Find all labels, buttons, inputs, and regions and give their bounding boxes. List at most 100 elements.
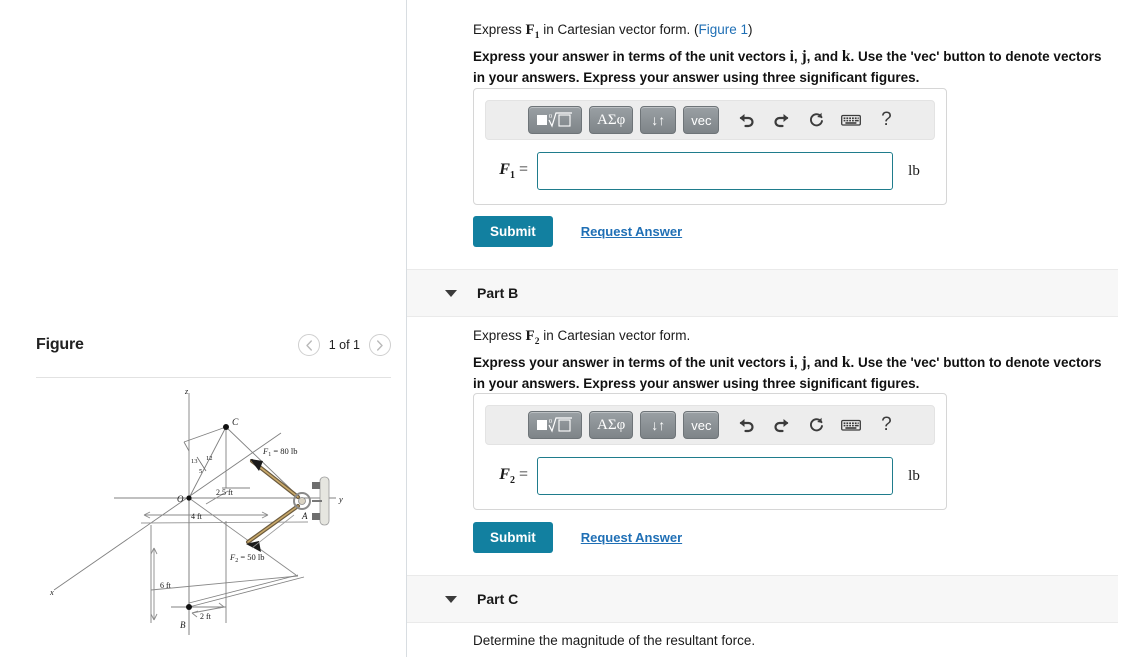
sort-arrows-button[interactable]: ↓↑	[640, 411, 677, 439]
figure-title: Figure	[36, 336, 84, 353]
help-icon[interactable]: ?	[871, 106, 901, 134]
figure-diagram[interactable]: z y x O C A B 13 12 5 2.5 ft 4 ft 6 ft 2…	[36, 385, 376, 653]
vec-button[interactable]: vec	[683, 411, 720, 439]
label-force-F2: F2 = 50 lb	[229, 552, 264, 564]
part-a-instr-pre: Express your answer in terms of the unit…	[473, 49, 790, 64]
figure-divider	[36, 377, 391, 378]
label-ratio-13: 13	[191, 458, 198, 465]
chevron-down-icon[interactable]	[445, 289, 457, 297]
part-b-sep2: , and	[806, 355, 842, 370]
figure-1-link[interactable]: Figure 1	[699, 22, 749, 37]
vec-button[interactable]: vec	[683, 106, 720, 134]
part-b-instr-pre: Express your answer in terms of the unit…	[473, 355, 790, 370]
part-b-prompt-pre: Express	[473, 328, 526, 343]
figure-next-button[interactable]	[369, 334, 391, 356]
unit-vector-k: k	[841, 354, 851, 371]
point-B-dot	[186, 604, 192, 610]
greek-symbols-button[interactable]: ΑΣφ	[589, 411, 634, 439]
part-b-header[interactable]: Part B	[407, 269, 1118, 317]
part-c-prompt: Determine the magnitude of the resultant…	[473, 633, 756, 648]
part-b-submit-button[interactable]: Submit	[473, 522, 553, 553]
part-a-answer-input[interactable]	[537, 152, 893, 190]
part-a-answer-unit: lb	[908, 162, 920, 179]
part-b-prompt-post: in Cartesian vector form.	[539, 328, 691, 343]
help-icon[interactable]: ?	[871, 411, 901, 439]
label-dim-4ft: 4 ft	[191, 512, 203, 521]
undo-icon[interactable]	[731, 411, 761, 439]
part-b-answer-label: F2 =	[485, 466, 537, 486]
chevron-right-icon	[377, 339, 383, 351]
redo-icon[interactable]	[766, 411, 796, 439]
chevron-down-icon[interactable]	[445, 595, 457, 603]
undo-icon[interactable]	[731, 106, 761, 134]
line-plane-top	[140, 521, 309, 524]
point-O-dot	[186, 495, 192, 501]
part-a-prompt-var: F1	[525, 22, 540, 41]
part-b-prompt: Express F2 in Cartesian vector form.	[473, 326, 1113, 350]
part-b-request-answer-link[interactable]: Request Answer	[581, 530, 682, 545]
part-a-instruction: Express your answer in terms of the unit…	[473, 45, 1105, 89]
problem-page: Figure 1 of 1 z y x O C A B 13 12 5 2.5 …	[0, 0, 1140, 657]
part-b-submit-row: Submit Request Answer	[473, 522, 682, 553]
figure-pane: Figure 1 of 1 z y x O C A B 13 12 5 2.5 …	[0, 0, 406, 657]
reset-icon[interactable]	[801, 411, 831, 439]
keyboard-icon[interactable]	[836, 411, 866, 439]
label-ratio-12: 12	[206, 455, 213, 462]
part-a-prompt: Express F1 in Cartesian vector form. (Fi…	[473, 20, 1113, 44]
math-template-button[interactable]: 0	[528, 411, 582, 439]
sort-arrows-button[interactable]: ↓↑	[640, 106, 677, 134]
label-ratio-5: 5	[199, 468, 202, 475]
label-axis-z: z	[184, 387, 189, 396]
label-axis-x: x	[49, 587, 54, 597]
part-a-sep2: , and	[806, 49, 842, 64]
label-point-A: A	[301, 511, 308, 521]
label-point-B: B	[180, 620, 186, 630]
reset-icon[interactable]	[801, 106, 831, 134]
sqrt-template-icon: 0	[537, 112, 572, 128]
part-a-answer-box: 0 ΑΣφ ↓↑ vec ? F1 = lb	[473, 88, 947, 205]
greek-symbols-button[interactable]: ΑΣφ	[589, 106, 634, 134]
math-template-button[interactable]: 0	[528, 106, 582, 134]
line-B-to-base	[188, 574, 299, 604]
figure-header: Figure 1 of 1	[36, 334, 391, 368]
part-b-mathbar: 0 ΑΣφ ↓↑ vec ?	[485, 405, 935, 445]
chevron-left-icon	[306, 339, 312, 351]
part-c-header[interactable]: Part C	[407, 575, 1118, 623]
label-dim-2p5ft: 2.5 ft	[216, 488, 234, 497]
problem-pane: Express F1 in Cartesian vector form. (Fi…	[407, 0, 1140, 657]
part-a-answer-label: F1 =	[485, 161, 537, 181]
part-b-answer-row: F2 = lb	[485, 445, 935, 509]
label-axis-y: y	[338, 494, 343, 504]
part-a-submit-button[interactable]: Submit	[473, 216, 553, 247]
wall-support-bracket	[293, 476, 330, 526]
part-a-label-eq: =	[514, 160, 528, 178]
part-a-prompt-end: )	[748, 22, 753, 37]
svg-text:0: 0	[549, 114, 552, 120]
part-a-request-answer-link[interactable]: Request Answer	[581, 224, 682, 239]
label-point-O: O	[177, 494, 184, 504]
part-b-prompt-var: F2	[525, 328, 540, 347]
unit-vector-k: k	[841, 48, 851, 65]
part-a-mathbar: 0 ΑΣφ ↓↑ vec ?	[485, 100, 935, 140]
part-b-title: Part B	[477, 285, 519, 301]
part-b-answer-unit: lb	[908, 467, 920, 484]
figure-pager: 1 of 1	[297, 334, 391, 356]
part-b-answer-box: 0 ΑΣφ ↓↑ vec ? F2 = lb	[473, 393, 947, 510]
part-b-label-var: F	[499, 465, 510, 483]
point-C-dot	[223, 424, 229, 430]
part-a-label-var: F	[499, 160, 510, 178]
part-b-instruction: Express your answer in terms of the unit…	[473, 351, 1105, 395]
label-dim-2ft: 2 ft	[200, 612, 212, 621]
label-force-F1: F1 = 80 lb	[262, 446, 297, 458]
label-point-C: C	[232, 418, 239, 428]
keyboard-icon[interactable]	[836, 106, 866, 134]
axis-x-line	[53, 432, 282, 591]
line-O-lower	[188, 497, 297, 576]
figure-prev-button[interactable]	[297, 334, 320, 356]
statics-diagram-svg: z y x O C A B 13 12 5 2.5 ft 4 ft 6 ft 2…	[49, 387, 343, 635]
part-b-answer-input[interactable]	[537, 457, 893, 495]
redo-icon[interactable]	[766, 106, 796, 134]
part-a-answer-row: F1 = lb	[485, 140, 935, 204]
svg-text:0: 0	[549, 419, 552, 425]
part-a-prompt-pre: Express	[473, 22, 526, 37]
